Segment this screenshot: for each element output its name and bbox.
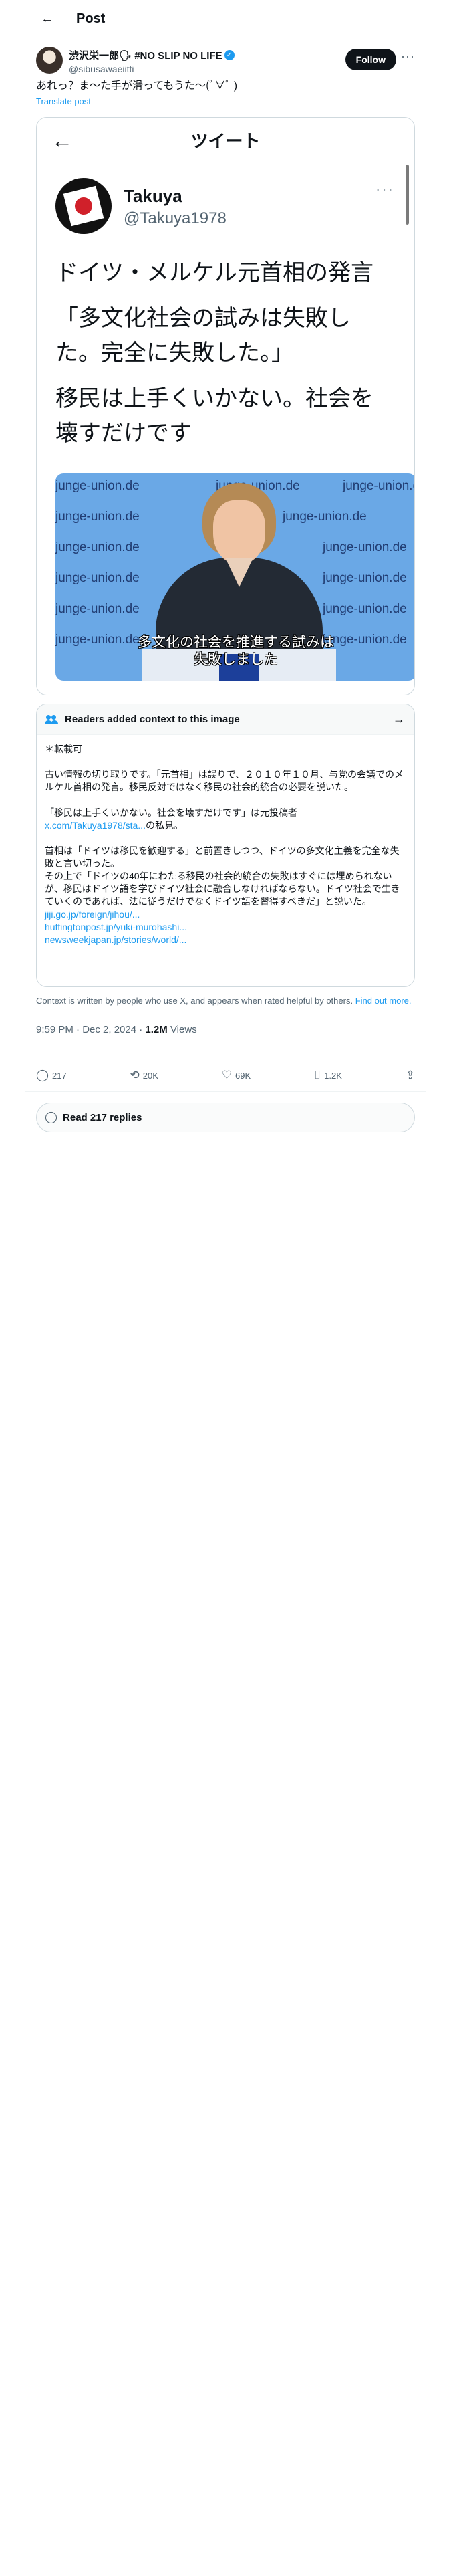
post-meta: 9:59 PM · Dec 2, 2024 · 1.2M Views (25, 1006, 426, 1047)
embedded-user-name: Takuya (124, 186, 182, 206)
watermark-text: junge-union.de (55, 540, 140, 554)
community-note-body: ＊転載可 古い情報の切り取りです。「元首相」は誤りで、２０１０年１０月、与党の会… (37, 735, 414, 946)
follow-button[interactable]: Follow (345, 49, 396, 70)
page-title: Post (76, 11, 106, 26)
repost-count: 20K (142, 1070, 158, 1081)
bookmark-icon: ⌷ (313, 1069, 321, 1081)
people-icon (45, 714, 58, 725)
back-button[interactable]: ← (36, 7, 59, 30)
embedded-user-row: Takuya @Takuya1978 ··· (37, 162, 414, 245)
post-image[interactable]: ← ツイート Takuya @Takuya1978 ··· ドイツ・メルケル元首… (36, 117, 415, 695)
watermark-text: junge-union.de (55, 571, 140, 585)
note-link[interactable]: jiji.go.jp/foreign/jihou/... (45, 908, 406, 921)
avatar[interactable] (36, 47, 63, 74)
note-source-line: x.com/Takuya1978/sta...の私見。 (45, 819, 406, 832)
left-sidebar (0, 0, 25, 2576)
find-out-more-link[interactable]: Find out more. (355, 996, 412, 1006)
embedded-paragraph: 移民は上手くいかない。社会を壊すだけです (55, 386, 373, 446)
post-timestamp[interactable]: 9:59 PM · Dec 2, 2024 · (36, 1024, 145, 1035)
post-column: ← Post 渋沢栄一郎🗣 #NO SLIP NO LIFE ✓ @sibusa… (25, 0, 426, 1132)
note-spacer (45, 794, 406, 807)
video-subtitle: 失敗しました (194, 651, 278, 667)
note-line: その上で「ドイツの40年にわたる移民の社会的統合の失敗はすぐには埋められないが、… (45, 871, 400, 907)
views-label: Views (167, 1024, 197, 1035)
embedded-paragraph: ドイツ・メルケル元首相の発言 (55, 260, 373, 286)
note-disclaimer-text: Context is written by people who use X, … (36, 996, 353, 1006)
note-link[interactable]: huffingtonpost.jp/yuki-murohashi... (45, 921, 406, 934)
watermark-text: junge-union.de (55, 602, 140, 616)
reply-icon: ◯ (36, 1069, 49, 1081)
share-button[interactable]: ⇪ (406, 1069, 415, 1082)
action-bar: ◯ 217 ⟲ 20K ♡ 69K ⌷ 1.2K ⇪ (25, 1059, 426, 1092)
embedded-paragraph: 「多文化社会の試みは失敗した。完全に失敗した。」 (55, 306, 351, 366)
more-options-icon[interactable]: ··· (401, 49, 415, 64)
note-source-suffix: の私見。 (145, 820, 183, 831)
author-handle[interactable]: @sibusawaeiitti (69, 64, 235, 74)
watermark-text: junge-union.de (55, 479, 140, 493)
embedded-topbar: ← ツイート (37, 118, 414, 162)
repost-button[interactable]: ⟲ 20K (130, 1069, 158, 1082)
author-row: 渋沢栄一郎🗣 #NO SLIP NO LIFE ✓ @sibusawaeiitt… (25, 37, 426, 79)
author-name[interactable]: 渋沢栄一郎🗣 #NO SLIP NO LIFE (69, 48, 222, 62)
embedded-more-icon: ··· (375, 181, 394, 197)
community-note-title: Readers added context to this image (65, 714, 240, 725)
embedded-avatar (55, 178, 112, 234)
author-meta: 渋沢栄一郎🗣 #NO SLIP NO LIFE ✓ @sibusawaeiitt… (69, 47, 235, 79)
arrow-right-icon[interactable]: → (393, 712, 405, 726)
note-link[interactable]: newsweekjapan.jp/stories/world/... (45, 934, 406, 946)
community-note: Readers added context to this image → ＊転… (36, 704, 415, 987)
views-count: 1.2M (145, 1024, 168, 1035)
right-sidebar (426, 0, 451, 2576)
embedded-photo: junge-union.de junge-union.de junge-unio… (55, 473, 414, 681)
reply-button[interactable]: ◯ 217 (36, 1069, 67, 1082)
embedded-user-meta: Takuya @Takuya1978 (124, 178, 227, 245)
like-count: 69K (235, 1070, 251, 1081)
heart-icon: ♡ (221, 1069, 232, 1081)
embedded-user-handle: @Takuya1978 (124, 209, 227, 227)
note-line: ＊転載可 (45, 744, 82, 754)
note-line: 古い情報の切り取りです。「元首相」は誤りで、２０１０年１０月、与党の会議でのメル… (45, 769, 404, 792)
watermark-text: junge-union.de (55, 510, 140, 524)
reply-count: 217 (52, 1070, 67, 1081)
read-replies-button[interactable]: ◯ Read 217 replies (36, 1103, 415, 1132)
embedded-back-arrow-icon: ← (51, 128, 73, 152)
watermark-text: junge-union.de (323, 602, 407, 616)
chat-bubble-icon: ◯ (45, 1111, 58, 1123)
note-line: 「移民は上手くいかない。社会を壊すだけです」は元投稿者 (45, 807, 297, 818)
note-disclaimer: Context is written by people who use X, … (25, 987, 426, 1006)
note-line: 首相は「ドイツは移民を歓迎する」と前置きしつつ、ドイツの多文化主義を完全な失敗と… (45, 845, 400, 869)
like-button[interactable]: ♡ 69K (222, 1069, 251, 1082)
post-text: あれっ？ま〜た手が滑ってもうた〜(ﾟ∀ﾟ ) (36, 80, 238, 92)
bookmark-button[interactable]: ⌷ 1.2K (314, 1069, 342, 1082)
watermark-text: junge-union.de (323, 540, 407, 554)
embedded-text: ドイツ・メルケル元首相の発言 「多文化社会の試みは失敗した。完全に失敗した。」 … (37, 245, 414, 451)
top-bar: ← Post (25, 0, 426, 37)
watermark-text: junge-union.de (343, 479, 414, 493)
repost-icon: ⟲ (130, 1069, 140, 1081)
japan-flag-icon (63, 185, 104, 227)
watermark-text: junge-union.de (323, 571, 407, 585)
back-arrow-icon: ← (41, 11, 54, 26)
note-spacer (45, 756, 406, 768)
author-name-row[interactable]: 渋沢栄一郎🗣 #NO SLIP NO LIFE ✓ (69, 48, 235, 62)
community-note-header[interactable]: Readers added context to this image → (37, 704, 414, 735)
note-source-link[interactable]: x.com/Takuya1978/sta... (45, 820, 146, 831)
read-replies-label: Read 217 replies (63, 1111, 142, 1123)
verified-icon: ✓ (224, 50, 235, 60)
translate-post-link[interactable]: Translate post (25, 96, 426, 106)
embedded-title: ツイート (190, 130, 261, 151)
note-spacer (45, 832, 406, 845)
share-icon: ⇪ (405, 1069, 415, 1081)
bookmark-count: 1.2K (324, 1070, 342, 1081)
